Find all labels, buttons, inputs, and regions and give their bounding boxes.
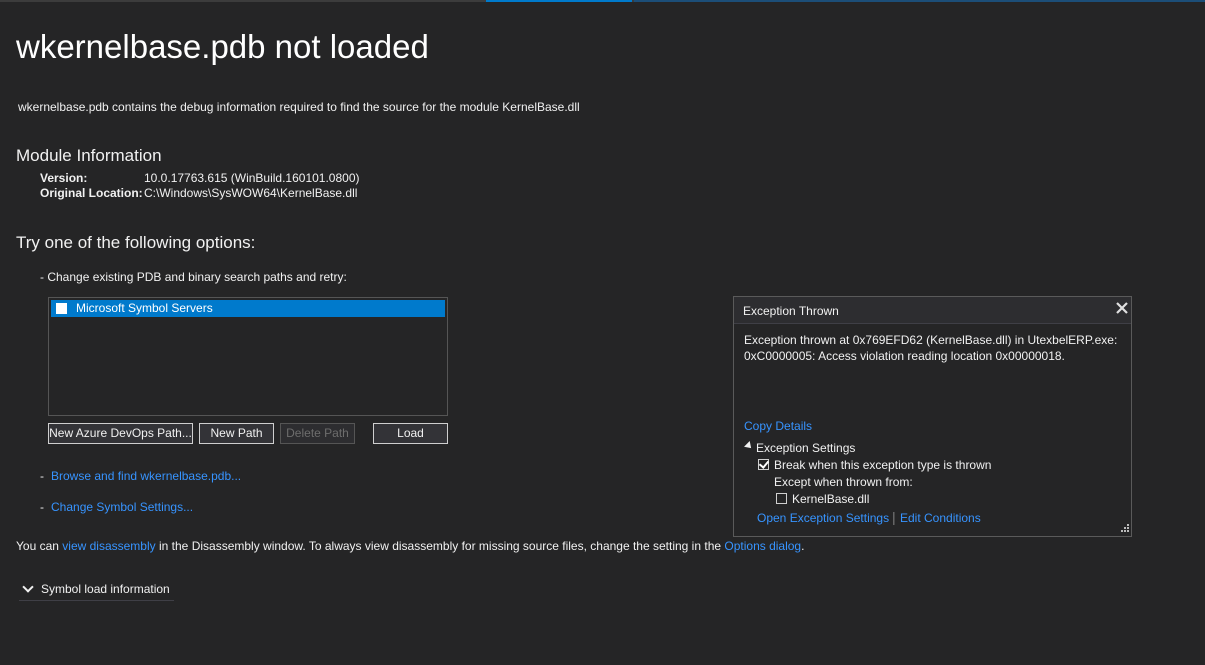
symbol-path-list[interactable]: Microsoft Symbol Servers [48, 297, 448, 416]
popup-header: Exception Thrown [734, 297, 1131, 324]
footer-prefix: You can [16, 539, 59, 553]
exception-message-line2: 0xC0000005: Access violation reading loc… [744, 349, 1065, 363]
open-exception-settings-link[interactable]: Open Exception Settings [757, 511, 889, 525]
break-when-thrown-label: Break when this exception type is thrown [774, 458, 992, 472]
footer-text: You can view disassembly in the Disassem… [16, 539, 804, 553]
link-separator: | [892, 509, 896, 525]
active-tab-indicator [486, 0, 632, 2]
path-checkbox[interactable] [56, 303, 67, 314]
footer-middle: in the Disassembly window. To always vie… [159, 539, 722, 553]
symbol-load-toggle[interactable]: Symbol load information [20, 580, 174, 598]
break-when-thrown-checkbox[interactable] [758, 459, 769, 470]
change-symbol-settings-link[interactable]: Change Symbol Settings... [51, 500, 193, 514]
chevron-down-icon [22, 581, 34, 593]
symbol-settings-dash: - [40, 500, 44, 514]
browse-pdb-link[interactable]: Browse and find wkernelbase.pdb... [51, 469, 241, 483]
view-disassembly-link[interactable]: view disassembly [62, 539, 155, 553]
load-button[interactable]: Load [373, 423, 448, 444]
location-value: C:\Windows\SysWOW64\KernelBase.dll [144, 186, 358, 200]
path-item-label: Microsoft Symbol Servers [76, 301, 213, 315]
copy-details-link[interactable]: Copy Details [744, 419, 812, 433]
expand-triangle-icon[interactable] [744, 441, 754, 451]
exception-message-line1: Exception thrown at 0x769EFD62 (KernelBa… [744, 333, 1118, 347]
page-description: wkernelbase.pdb contains the debug infor… [18, 100, 580, 114]
kernelbase-exception-label: KernelBase.dll [792, 492, 870, 506]
options-dialog-link[interactable]: Options dialog [724, 539, 801, 553]
tab-strip-highlight [634, 0, 1205, 2]
exception-settings-heading: Exception Settings [756, 441, 856, 455]
change-paths-text: - Change existing PDB and binary search … [40, 270, 347, 284]
module-info-heading: Module Information [16, 146, 162, 165]
edit-conditions-link[interactable]: Edit Conditions [900, 511, 981, 525]
exception-thrown-popup: Exception Thrown Exception thrown at 0x7… [733, 296, 1132, 537]
except-when-label: Except when thrown from: [774, 475, 913, 489]
top-tab-strip [0, 0, 1205, 2]
popup-title: Exception Thrown [743, 304, 839, 318]
version-label: Version: [40, 171, 88, 185]
symbol-load-label: Symbol load information [41, 582, 170, 596]
page-root: wkernelbase.pdb not loaded wkernelbase.p… [0, 0, 1205, 665]
footer-suffix: . [801, 539, 805, 553]
symbol-load-underline [19, 600, 174, 601]
version-value: 10.0.17763.615 (WinBuild.160101.0800) [144, 171, 360, 185]
page-title: wkernelbase.pdb not loaded [16, 28, 429, 65]
new-azure-devops-path-button[interactable]: New Azure DevOps Path... [48, 423, 193, 444]
new-path-button[interactable]: New Path [199, 423, 274, 444]
close-icon[interactable] [1115, 301, 1129, 315]
delete-path-button[interactable]: Delete Path [280, 423, 355, 444]
resize-grip-icon[interactable] [1119, 523, 1129, 533]
options-heading: Try one of the following options: [16, 233, 256, 252]
path-item-microsoft-symbol-servers[interactable]: Microsoft Symbol Servers [51, 300, 445, 317]
location-label: Original Location: [40, 186, 143, 200]
browse-dash: - [40, 469, 44, 483]
kernelbase-exception-checkbox[interactable] [776, 493, 787, 504]
